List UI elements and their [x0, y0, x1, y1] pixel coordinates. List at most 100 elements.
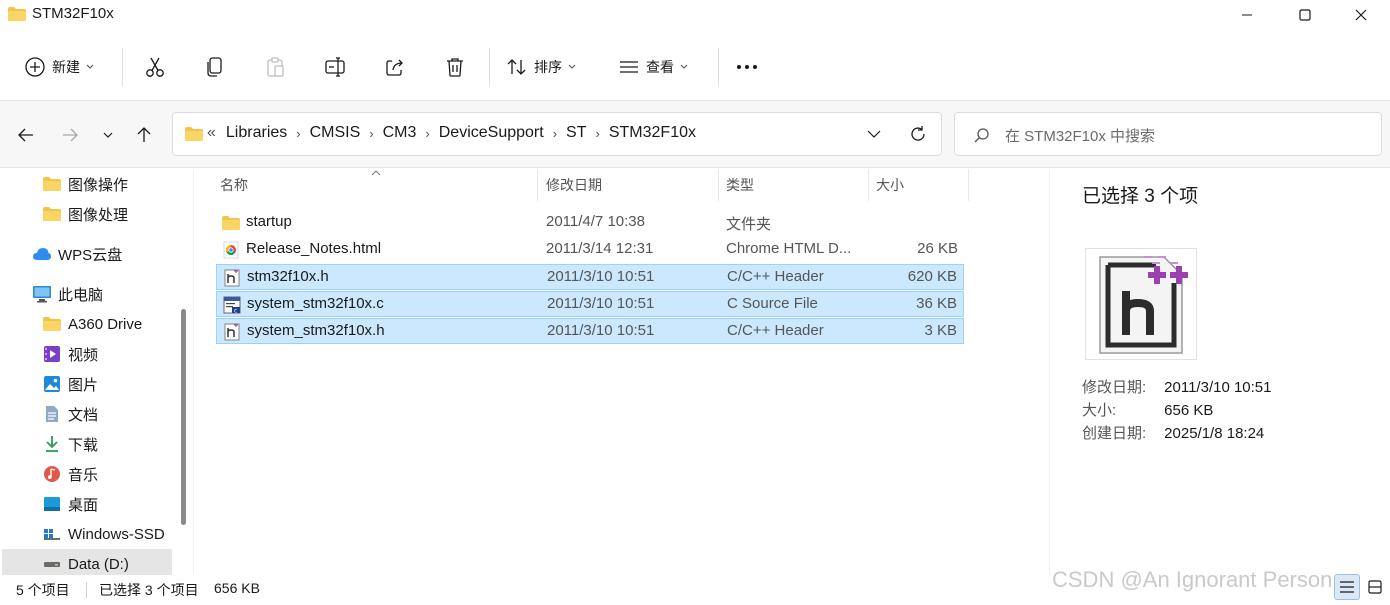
sidebar-item-downloads[interactable]: 下载 [42, 429, 98, 459]
close-icon [1355, 9, 1367, 21]
breadcrumb-stm32f10x[interactable]: STM32F10x [609, 124, 696, 142]
sidebar-item-this-pc[interactable]: 此电脑 [32, 279, 103, 309]
new-label: 新建 [52, 59, 80, 75]
sidebar-item-music[interactable]: 音乐 [42, 459, 98, 489]
file-name: system_stm32f10x.c [247, 295, 384, 312]
sort-ascending-icon [371, 170, 381, 176]
table-row[interactable]: startup 2011/4/7 10:38 文件夹 [216, 210, 964, 236]
trash-icon [447, 58, 463, 77]
chevron-down-icon[interactable] [867, 127, 881, 141]
file-date: 2011/3/14 12:31 [546, 240, 654, 257]
details-view-toggle[interactable] [1334, 574, 1360, 600]
arrow-up-icon [137, 127, 151, 142]
status-divider [86, 582, 87, 598]
maximize-button[interactable] [1276, 0, 1334, 30]
scissors-icon [146, 57, 164, 77]
column-divider[interactable] [968, 169, 969, 201]
column-divider[interactable] [537, 169, 538, 201]
new-button[interactable]: 新建 [16, 48, 108, 86]
details-view-icon [1340, 581, 1354, 593]
breadcrumb-separator: › [369, 125, 374, 141]
rename-button[interactable] [318, 48, 352, 86]
status-item-count: 5 个项目 [16, 582, 70, 598]
table-row-selected[interactable]: system_stm32f10x.h 2011/3/10 10:51 C/C++… [216, 318, 964, 344]
column-header-name[interactable]: 名称 [220, 169, 248, 201]
view-button[interactable]: 查看 [612, 48, 704, 86]
details-pane: 已选择 3 个项 修改日期: 2011/3/10 10:51 大小: 656 K… [1049, 169, 1390, 575]
file-type: C/C++ Header [727, 322, 824, 339]
sidebar-item-a360-drive[interactable]: A360 Drive [42, 309, 142, 339]
forward-button[interactable] [56, 121, 84, 149]
recent-locations-button[interactable] [94, 121, 122, 149]
table-row-selected[interactable]: c system_stm32f10x.c 2011/3/10 10:51 C S… [216, 291, 964, 317]
file-type: C/C++ Header [727, 268, 824, 285]
breadcrumb-devicesupport[interactable]: DeviceSupport [439, 124, 544, 142]
command-bar: 新建 排序 查看 [0, 34, 1390, 100]
address-bar[interactable]: « Libraries › CMSIS › CM3 › DeviceSuppor… [172, 112, 942, 156]
breadcrumb-cmsis[interactable]: CMSIS [310, 124, 361, 142]
file-date: 2011/3/10 10:51 [547, 295, 655, 312]
file-size: 620 KB [907, 268, 957, 285]
file-date: 2011/3/10 10:51 [547, 268, 655, 285]
column-divider[interactable] [868, 169, 869, 201]
cut-button[interactable] [138, 48, 172, 86]
paste-button[interactable] [258, 48, 292, 86]
column-header-date[interactable]: 修改日期 [546, 169, 602, 201]
breadcrumb-cm3[interactable]: CM3 [383, 124, 417, 142]
more-icon [737, 65, 757, 69]
column-divider[interactable] [718, 169, 719, 201]
breadcrumb-separator: › [296, 125, 301, 141]
header-file-icon [1099, 256, 1188, 354]
chevron-down-icon [680, 64, 688, 69]
breadcrumb-libraries[interactable]: Libraries [226, 124, 287, 142]
file-name: system_stm32f10x.h [247, 322, 385, 339]
minimize-button[interactable] [1218, 0, 1276, 30]
file-size: 36 KB [916, 295, 957, 312]
sidebar-item-data-d[interactable]: Data (D:) [2, 549, 172, 575]
sidebar-item-desktop[interactable]: 桌面 [42, 489, 98, 519]
copy-icon [207, 57, 222, 77]
sidebar-item-wps-cloud[interactable]: WPS云盘 [32, 239, 122, 269]
sidebar-item-pictures[interactable]: 图片 [42, 369, 98, 399]
window-title: STM32F10x [32, 5, 114, 22]
refresh-icon[interactable] [909, 125, 927, 143]
sidebar-item-label: 视频 [68, 346, 99, 364]
sidebar-item-windows-ssd[interactable]: Windows-SSD [42, 519, 165, 549]
file-list: 名称 修改日期 类型 大小 startup 2011/4/7 10:38 文件夹… [194, 169, 1049, 575]
column-header-size[interactable]: 大小 [876, 169, 904, 201]
sidebar-item-videos[interactable]: 视频 [42, 339, 98, 369]
table-row-selected[interactable]: stm32f10x.h 2011/3/10 10:51 C/C++ Header… [216, 264, 964, 290]
navigation-row: « Libraries › CMSIS › CM3 › DeviceSuppor… [0, 100, 1390, 168]
rename-icon [325, 57, 345, 77]
sidebar-scrollbar-thumb[interactable] [181, 309, 186, 525]
chevron-down-icon [103, 132, 113, 138]
detail-modified: 修改日期: 2011/3/10 10:51 [1082, 376, 1272, 397]
search-input[interactable]: 在 STM32F10x 中搜索 [1005, 125, 1155, 146]
view-lines-icon [620, 61, 638, 73]
file-type: 文件夹 [726, 216, 772, 233]
sidebar-item-label: 图像操作 [68, 176, 129, 194]
sidebar-item-image-ops[interactable]: 图像操作 [42, 169, 128, 199]
share-button[interactable] [378, 48, 412, 86]
sidebar-item-image-processing[interactable]: 图像处理 [42, 199, 128, 229]
table-row[interactable]: Release_Notes.html 2011/3/14 12:31 Chrom… [216, 237, 964, 263]
computer-icon [32, 284, 52, 304]
up-button[interactable] [130, 121, 158, 149]
folder-icon [42, 174, 62, 194]
sidebar-item-documents[interactable]: 文档 [42, 399, 98, 429]
details-title: 已选择 3 个项 [1082, 186, 1199, 207]
tiles-view-toggle[interactable] [1362, 574, 1388, 600]
sort-button[interactable]: 排序 [500, 48, 592, 86]
detail-size-value: 656 KB [1164, 402, 1214, 419]
column-header-type[interactable]: 类型 [726, 169, 754, 201]
close-button[interactable] [1332, 0, 1390, 30]
drive-icon [42, 524, 62, 544]
search-box[interactable]: 在 STM32F10x 中搜索 [954, 112, 1382, 156]
delete-button[interactable] [438, 48, 472, 86]
file-size: 26 KB [917, 240, 958, 257]
copy-button[interactable] [198, 48, 232, 86]
back-button[interactable] [12, 121, 40, 149]
breadcrumb-overflow[interactable]: « [207, 124, 216, 142]
breadcrumb-st[interactable]: ST [566, 124, 586, 142]
more-button[interactable] [728, 48, 766, 86]
